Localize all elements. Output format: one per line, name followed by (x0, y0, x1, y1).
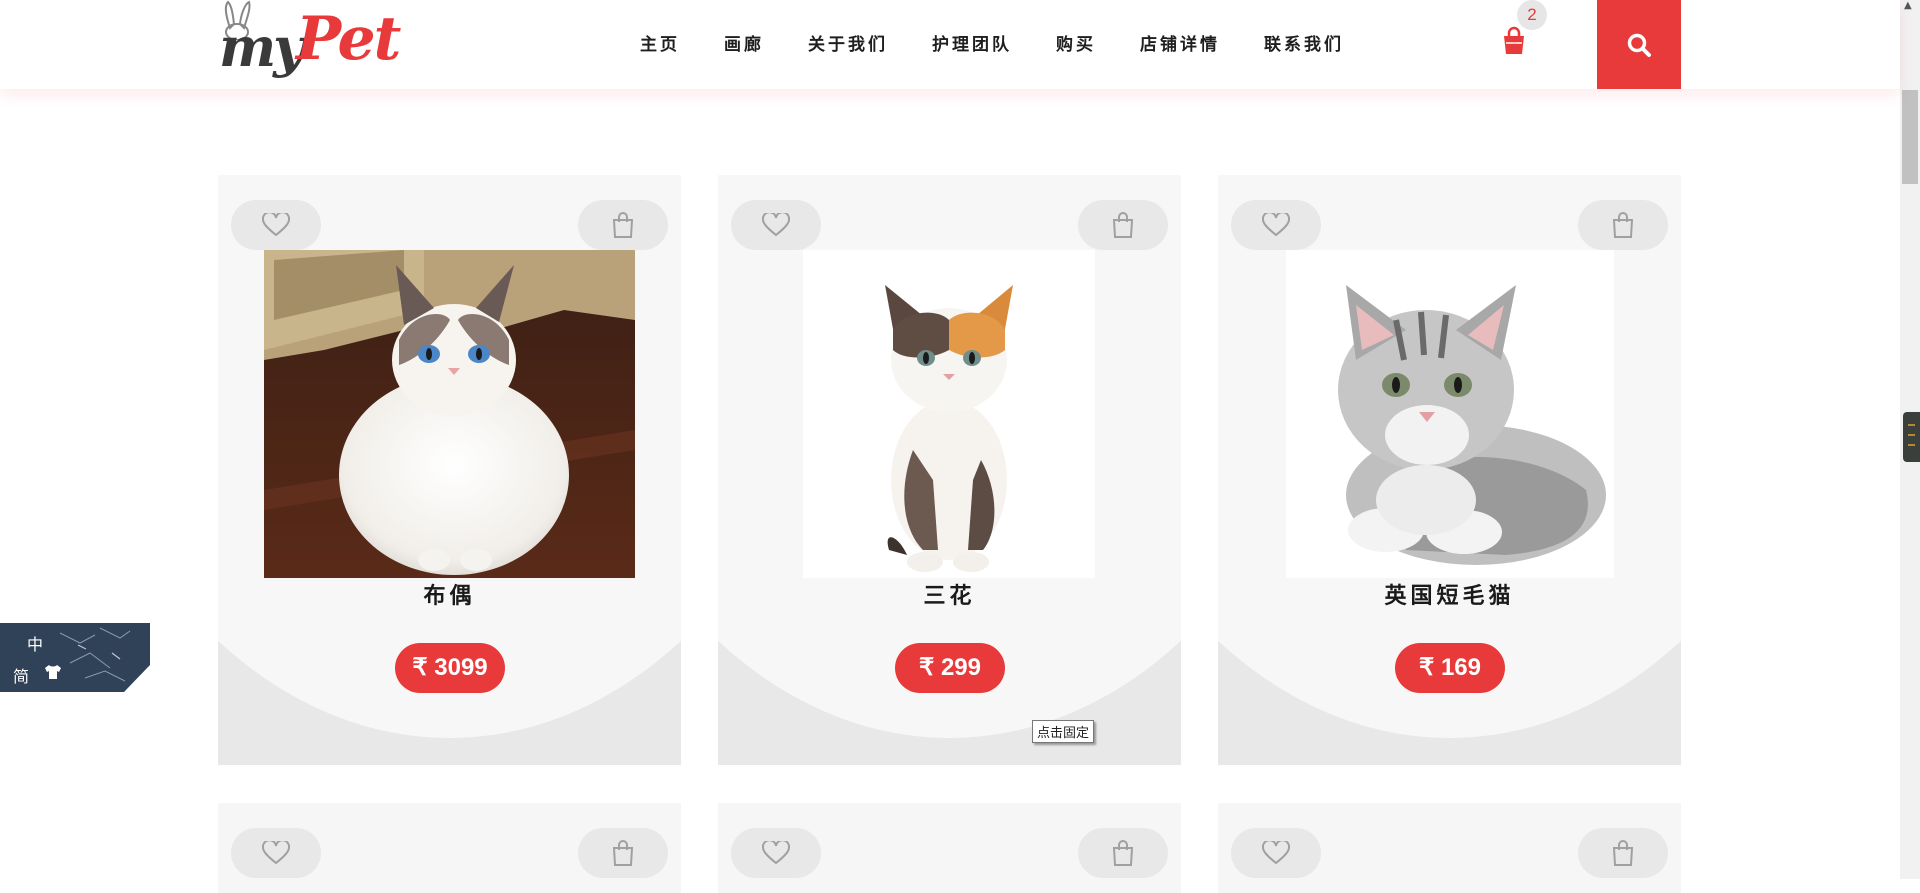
product-card (1218, 803, 1681, 893)
add-to-cart-button[interactable] (578, 828, 668, 878)
add-to-cart-button[interactable] (578, 200, 668, 250)
search-button[interactable] (1597, 0, 1681, 89)
wishlist-button[interactable] (1231, 200, 1321, 250)
main-nav: 主页 画廊 关于我们 护理团队 购买 店铺详情 联系我们 (640, 0, 1388, 84)
product-name[interactable]: 三花 (718, 578, 1181, 610)
cart-icon[interactable] (1500, 26, 1528, 56)
nav-gallery[interactable]: 画廊 (724, 30, 764, 55)
bag-icon (1612, 212, 1634, 238)
nav-home[interactable]: 主页 (640, 30, 680, 55)
lang-zh[interactable]: 中 (27, 631, 43, 655)
product-name[interactable]: 英国短毛猫 (1218, 578, 1681, 610)
product-image[interactable] (1286, 250, 1614, 578)
add-to-cart-button[interactable] (1578, 828, 1668, 878)
wishlist-button[interactable] (1231, 828, 1321, 878)
heart-icon (262, 213, 290, 237)
logo[interactable]: my Pet (216, 0, 401, 88)
wishlist-button[interactable] (731, 828, 821, 878)
heart-icon (762, 841, 790, 865)
product-card: 布偶 ₹ 3099 (218, 175, 681, 765)
add-to-cart-button[interactable] (1078, 200, 1168, 250)
pin-tooltip: 点击固定 (1032, 720, 1095, 743)
heart-icon (1262, 841, 1290, 865)
add-to-cart-button[interactable] (1078, 828, 1168, 878)
wishlist-button[interactable] (731, 200, 821, 250)
nav-contact[interactable]: 联系我们 (1264, 30, 1344, 55)
product-card: 英国短毛猫 ₹ 169 (1218, 175, 1681, 765)
heart-icon (762, 213, 790, 237)
logo-pet-text: Pet (296, 4, 401, 74)
price-button[interactable]: ₹ 3099 (395, 643, 505, 693)
nav-about[interactable]: 关于我们 (808, 30, 888, 55)
lang-simplified[interactable]: 简 (13, 663, 29, 687)
product-image[interactable] (264, 250, 635, 578)
bag-icon (1612, 840, 1634, 866)
scroll-up-arrow[interactable]: ▲ (1904, 0, 1912, 11)
language-switcher[interactable]: 中 简 (0, 623, 153, 693)
nav-store-details[interactable]: 店铺详情 (1140, 30, 1220, 55)
search-icon (1627, 33, 1651, 57)
product-card (218, 803, 681, 893)
heart-icon (262, 841, 290, 865)
bag-icon (1112, 212, 1134, 238)
product-name[interactable]: 布偶 (218, 578, 681, 610)
nav-care-team[interactable]: 护理团队 (932, 30, 1012, 55)
wishlist-button[interactable] (231, 200, 321, 250)
nav-buy[interactable]: 购买 (1056, 30, 1096, 55)
price-button[interactable]: ₹ 299 (895, 643, 1005, 693)
scrollbar-thumb[interactable] (1902, 90, 1918, 184)
add-to-cart-button[interactable] (1578, 200, 1668, 250)
side-drawer-handle[interactable] (1903, 412, 1920, 462)
shirt-icon[interactable] (44, 664, 62, 680)
product-card (718, 803, 1181, 893)
product-card: 三花 ₹ 299 (718, 175, 1181, 765)
product-image[interactable] (803, 250, 1095, 578)
bag-icon (612, 840, 634, 866)
price-button[interactable]: ₹ 169 (1395, 643, 1505, 693)
site-header: my Pet 主页 画廊 关于我们 护理团队 购买 店铺详情 联系我们 2 (0, 0, 1900, 89)
bag-icon (1112, 840, 1134, 866)
logo-my-text: my (219, 15, 304, 79)
cart-count-badge: 2 (1517, 0, 1547, 30)
bag-icon (612, 212, 634, 238)
heart-icon (1262, 213, 1290, 237)
wishlist-button[interactable] (231, 828, 321, 878)
